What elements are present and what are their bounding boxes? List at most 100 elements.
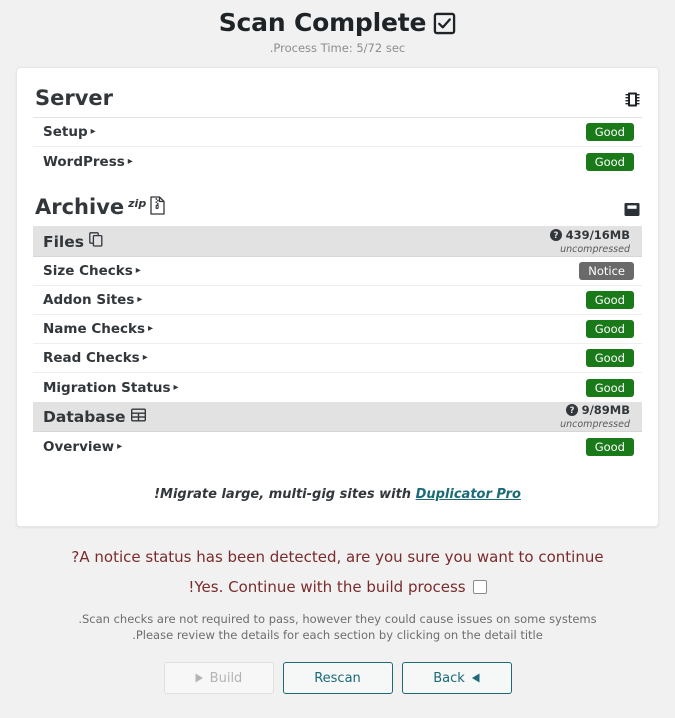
question-circle-icon[interactable]: ?: [549, 228, 562, 243]
page-title-text: Scan Complete: [218, 8, 427, 37]
status-badge: Good: [585, 291, 634, 309]
row-setup-text: Setup: [43, 124, 88, 140]
row-wordpress-label[interactable]: WordPress ▸: [43, 154, 133, 170]
build-button-label: Build: [209, 670, 243, 686]
server-title-text: Server: [35, 86, 114, 110]
chevron-right-icon: ▸: [127, 155, 133, 167]
row-addon-sites-label[interactable]: Addon Sites ▸: [43, 292, 142, 308]
archive-box-icon: [624, 202, 640, 219]
group-database-text: Database: [43, 407, 126, 426]
row-overview[interactable]: Overview ▸ Good: [33, 432, 642, 461]
group-database-label: Database: [43, 408, 146, 426]
confirm-continue-label: !Yes. Continue with the build process: [188, 578, 466, 596]
group-files-size-note: uncompressed: [560, 243, 630, 255]
archive-format-superscript: zip: [128, 197, 147, 210]
group-files-size: 439/16MB: [565, 228, 630, 242]
row-name-checks-label[interactable]: Name Checks ▸: [43, 321, 153, 337]
play-triangle-icon: [195, 673, 204, 683]
rescan-button-label: Rescan: [314, 670, 361, 686]
database-rows: Overview ▸ Good: [33, 432, 642, 461]
row-migration-status-label[interactable]: Migration Status ▸: [43, 380, 179, 396]
server-section-title: Server: [35, 86, 113, 110]
left-triangle-icon: [471, 673, 480, 683]
status-badge: Good: [585, 152, 634, 171]
row-size-checks[interactable]: Size Checks ▸ Notice: [33, 257, 642, 286]
row-migration-status-text: Migration Status: [43, 379, 171, 396]
group-files-label: Files: [43, 232, 103, 251]
confirm-continue-checkbox[interactable]: [472, 580, 487, 594]
row-wordpress-text: WordPress: [43, 153, 125, 170]
scan-hints: .Scan checks are not required to pass, h…: [16, 611, 659, 643]
row-setup-label[interactable]: Setup ▸: [43, 124, 96, 140]
back-button-label: Back: [433, 670, 465, 686]
server-rows: Setup ▸ Good WordPress ▸ Good: [33, 118, 642, 176]
group-files-size-line: ? 439/16MB: [549, 228, 630, 243]
scan-results-card: Server Setup ▸ Good WordPress ▸ Good Arc…: [16, 67, 659, 527]
group-files-text: Files: [43, 232, 84, 251]
row-name-checks[interactable]: Name Checks ▸ Good: [33, 315, 642, 344]
promo-text: !Migrate large, multi-gig sites with: [154, 487, 412, 502]
copy-files-icon: [89, 232, 103, 251]
page-header: Scan Complete .Process Time: 5/72 sec: [0, 0, 675, 55]
chevron-right-icon: ▸: [148, 323, 154, 334]
row-read-checks[interactable]: Read Checks ▸ Good: [33, 344, 642, 373]
status-badge: Good: [585, 123, 634, 141]
status-badge: Good: [585, 349, 634, 367]
group-files-meta: ? 439/16MB uncompressed: [549, 228, 632, 255]
row-addon-sites[interactable]: Addon Sites ▸ Good: [33, 286, 642, 315]
chevron-right-icon: ▸: [90, 126, 96, 137]
group-database-meta: ? 9/89MB uncompressed: [560, 403, 632, 430]
chevron-right-icon: ▸: [117, 440, 123, 452]
archive-section-header: Archive zip: [33, 193, 642, 227]
group-database[interactable]: Database ? 9/89MB uncompressed: [33, 402, 642, 432]
files-rows: Size Checks ▸ Notice Addon Sites ▸ Good …: [33, 257, 642, 402]
notice-warning-text: ?A notice status has been detected, are …: [71, 548, 604, 566]
svg-text:?: ?: [553, 231, 558, 241]
row-name-checks-text: Name Checks: [43, 321, 146, 337]
chevron-right-icon: ▸: [142, 352, 148, 363]
chevron-right-icon: ▸: [135, 265, 141, 276]
archive-title-text: Archive: [35, 195, 125, 219]
row-migration-status[interactable]: Migration Status ▸ Good: [33, 373, 642, 402]
file-archive-icon: [150, 196, 165, 220]
back-button[interactable]: Back: [401, 662, 512, 694]
svg-text:?: ?: [569, 406, 574, 416]
status-badge: Good: [585, 378, 634, 397]
row-setup[interactable]: Setup ▸ Good: [33, 118, 642, 147]
row-read-checks-label[interactable]: Read Checks ▸: [43, 350, 148, 366]
scan-page: Scan Complete .Process Time: 5/72 sec Se…: [0, 0, 675, 718]
process-time: .Process Time: 5/72 sec: [269, 41, 406, 55]
page-footer: ?A notice status has been detected, are …: [0, 546, 675, 694]
row-read-checks-text: Read Checks: [43, 350, 140, 366]
microchip-icon: [625, 91, 640, 110]
page-title: Scan Complete: [0, 6, 675, 40]
checkbox-checked-icon: [433, 12, 456, 35]
status-badge: Good: [585, 437, 634, 456]
build-button[interactable]: Build: [163, 662, 274, 694]
group-files[interactable]: Files ? 439/16MB uncompressed: [33, 227, 642, 257]
action-buttons: Build Rescan Back: [16, 662, 659, 694]
hint-line-1: .Scan checks are not required to pass, h…: [78, 612, 597, 626]
row-addon-sites-text: Addon Sites: [43, 292, 135, 308]
rescan-button[interactable]: Rescan: [282, 662, 393, 694]
row-size-checks-label[interactable]: Size Checks ▸: [43, 263, 141, 279]
duplicator-pro-link[interactable]: Duplicator Pro: [416, 487, 521, 502]
chevron-right-icon: ▸: [173, 381, 179, 393]
server-section-header: Server: [33, 84, 642, 118]
question-circle-icon[interactable]: ?: [565, 403, 578, 418]
confirm-continue-row[interactable]: !Yes. Continue with the build process: [16, 576, 659, 598]
archive-section-title: Archive zip: [35, 195, 165, 219]
group-database-size-note: uncompressed: [560, 418, 630, 430]
row-overview-text: Overview: [43, 438, 115, 455]
status-badge: Good: [585, 320, 634, 338]
group-database-size-line: ? 9/89MB: [560, 403, 630, 418]
hint-line-2: .Please review the details for each sect…: [132, 628, 543, 642]
chevron-right-icon: ▸: [137, 294, 143, 305]
status-badge: Notice: [579, 262, 634, 280]
group-database-size: 9/89MB: [581, 403, 630, 417]
row-wordpress[interactable]: WordPress ▸ Good: [33, 147, 642, 176]
row-overview-label[interactable]: Overview ▸: [43, 439, 122, 455]
table-grid-icon: [130, 408, 146, 426]
row-size-checks-text: Size Checks: [43, 263, 133, 279]
